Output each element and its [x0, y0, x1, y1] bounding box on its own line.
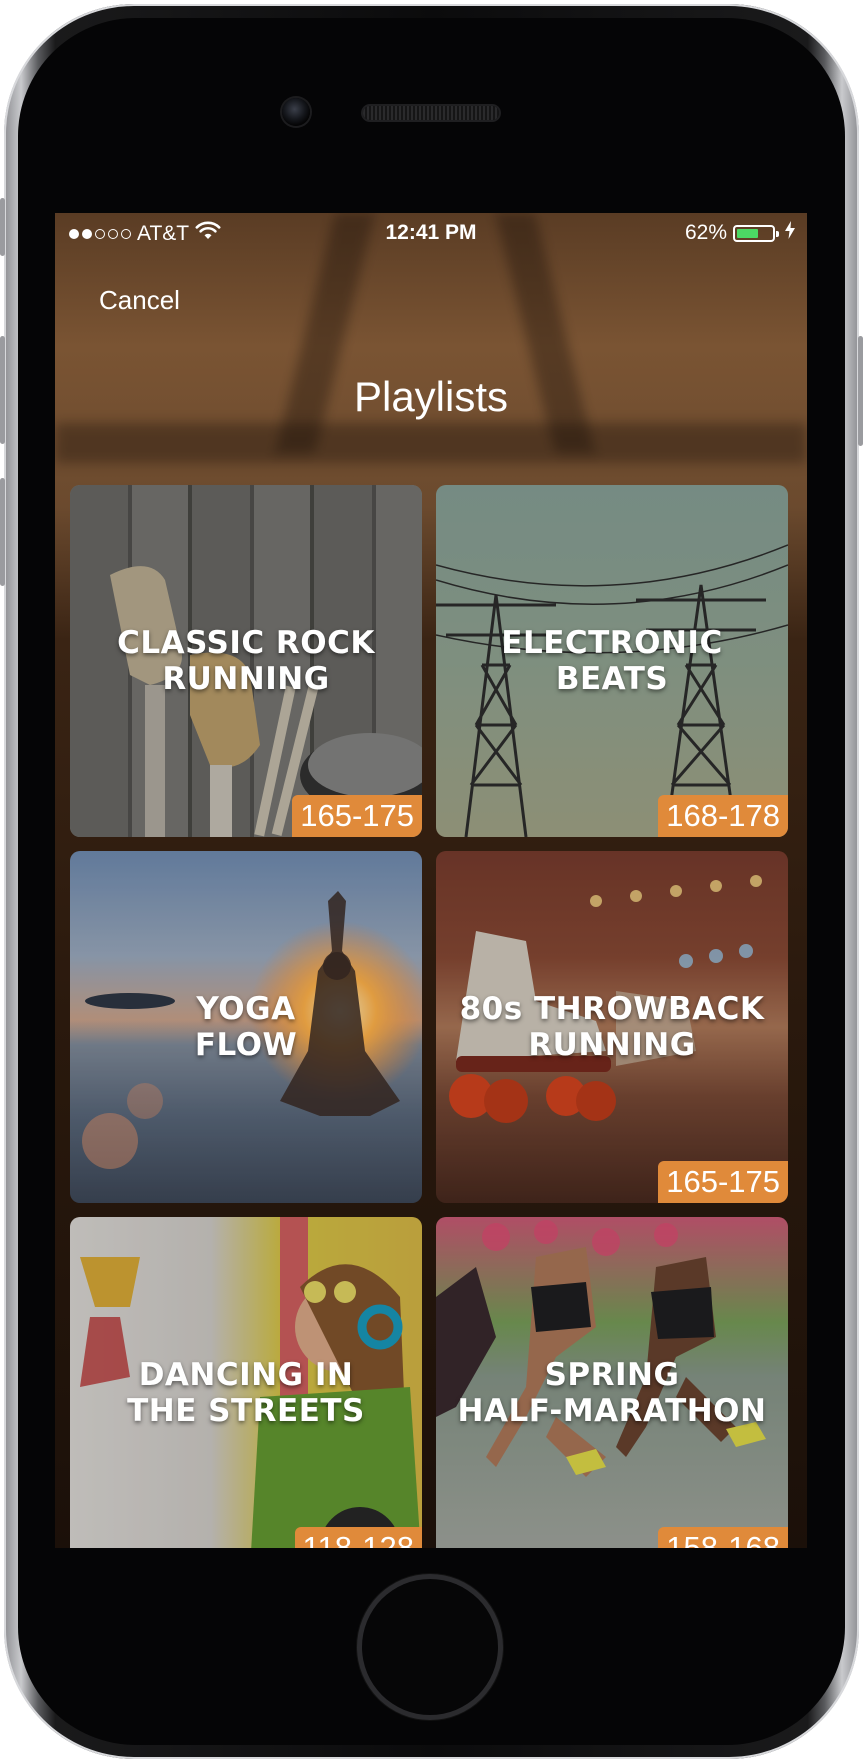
- playlist-title-line2: THE STREETS: [127, 1393, 365, 1429]
- playlist-title-line1: CLASSIC ROCK: [117, 625, 375, 661]
- status-bar: AT&T 12:41 PM 62%: [55, 213, 807, 253]
- playlist-title: CLASSIC ROCK RUNNING: [70, 625, 422, 697]
- battery-percent: 62%: [684, 221, 727, 244]
- front-camera: [282, 98, 310, 126]
- earpiece-speaker: [363, 106, 499, 120]
- playlist-tile-electronic-beats[interactable]: ELECTRONIC BEATS 168-178: [436, 485, 788, 837]
- page-title: Playlists: [353, 373, 509, 420]
- playlist-title-line1: SPRING: [544, 1357, 680, 1393]
- bpm-badge: 165-175: [292, 795, 422, 837]
- playlist-title: 80s THROWBACK RUNNING: [436, 991, 788, 1063]
- playlist-tile-yoga-flow[interactable]: YOGA FLOW: [70, 851, 422, 1203]
- playlist-tile-dancing-in-the-streets[interactable]: DANCING IN THE STREETS 118-128: [70, 1217, 422, 1548]
- playlist-title-line2: BEATS: [555, 661, 669, 697]
- playlist-title-line1: DANCING IN: [138, 1357, 354, 1393]
- volume-up-button: [0, 336, 5, 444]
- playlist-title: DANCING IN THE STREETS: [70, 1357, 422, 1429]
- playlist-tile-spring-half-marathon[interactable]: SPRING HALF-MARATHON 158-168: [436, 1217, 788, 1548]
- bpm-badge: 168-178: [658, 795, 788, 837]
- playlist-title-line1: YOGA: [196, 991, 296, 1027]
- playlist-title-line2: FLOW: [194, 1027, 298, 1063]
- playlist-title-line2: RUNNING: [162, 661, 330, 697]
- playlist-title: YOGA FLOW: [70, 991, 422, 1063]
- cancel-button[interactable]: Cancel: [99, 285, 180, 316]
- battery-level-fill: [737, 228, 759, 238]
- playlist-tile-80s-throwback-running[interactable]: 80s THROWBACK RUNNING 165-175: [436, 851, 788, 1203]
- background-beam: [55, 423, 807, 463]
- playlist-title: SPRING HALF-MARATHON: [436, 1357, 788, 1429]
- home-button[interactable]: [362, 1579, 498, 1715]
- bpm-badge: 118-128: [294, 1527, 422, 1548]
- power-button: [858, 336, 863, 446]
- battery-icon: [733, 224, 779, 242]
- bpm-badge: 158-168: [658, 1527, 788, 1548]
- playlist-title-line1: 80s THROWBACK: [459, 991, 765, 1027]
- playlist-title-line2: RUNNING: [528, 1027, 696, 1063]
- playlist-title: ELECTRONIC BEATS: [436, 625, 788, 697]
- playlist-tile-classic-rock-running[interactable]: CLASSIC ROCK RUNNING 165-175: [70, 485, 422, 837]
- bpm-badge: 165-175: [658, 1161, 788, 1203]
- mute-switch: [0, 198, 5, 256]
- charging-bolt-icon: [785, 221, 795, 245]
- playlist-title-line2: HALF-MARATHON: [457, 1393, 767, 1429]
- screen: AT&T 12:41 PM 62% Cancel Playlists CLASS…: [55, 213, 807, 1548]
- volume-down-button: [0, 478, 5, 586]
- status-right: 62%: [685, 221, 795, 245]
- playlist-title-line1: ELECTRONIC: [501, 625, 723, 661]
